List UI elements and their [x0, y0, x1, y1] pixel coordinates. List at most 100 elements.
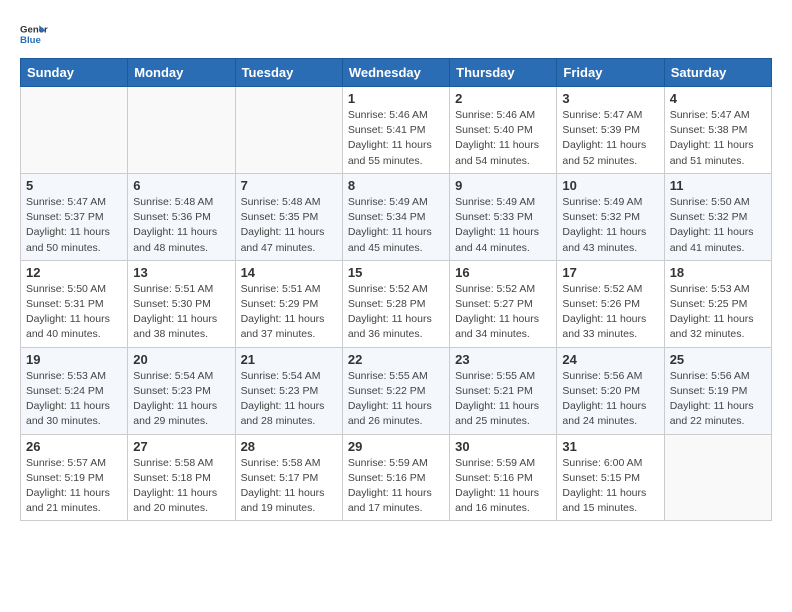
weekday-header-saturday: Saturday [664, 59, 771, 87]
day-info: Sunrise: 6:00 AM Sunset: 5:15 PM Dayligh… [562, 456, 658, 517]
day-info: Sunrise: 5:58 AM Sunset: 5:17 PM Dayligh… [241, 456, 337, 517]
calendar-cell: 14 Sunrise: 5:51 AM Sunset: 5:29 PM Dayli… [235, 260, 342, 347]
day-info: Sunrise: 5:50 AM Sunset: 5:32 PM Dayligh… [670, 195, 766, 256]
weekday-header-wednesday: Wednesday [342, 59, 449, 87]
day-info: Sunrise: 5:46 AM Sunset: 5:40 PM Dayligh… [455, 108, 551, 169]
calendar-cell: 21 Sunrise: 5:54 AM Sunset: 5:23 PM Dayli… [235, 347, 342, 434]
weekday-header-friday: Friday [557, 59, 664, 87]
day-number: 14 [241, 265, 337, 280]
day-info: Sunrise: 5:59 AM Sunset: 5:16 PM Dayligh… [348, 456, 444, 517]
day-number: 21 [241, 352, 337, 367]
calendar-week-3: 12 Sunrise: 5:50 AM Sunset: 5:31 PM Dayli… [21, 260, 772, 347]
day-number: 24 [562, 352, 658, 367]
calendar-cell: 22Sunrise: 5:55 AM Sunset: 5:22 PM Dayli… [342, 347, 449, 434]
weekday-header-monday: Monday [128, 59, 235, 87]
day-number: 7 [241, 178, 337, 193]
calendar-cell: 15Sunrise: 5:52 AM Sunset: 5:28 PM Dayli… [342, 260, 449, 347]
day-number: 13 [133, 265, 229, 280]
day-number: 5 [26, 178, 122, 193]
calendar-cell: 8 Sunrise: 5:49 AM Sunset: 5:34 PM Daylig… [342, 173, 449, 260]
day-number: 29 [348, 439, 444, 454]
logo: GeneralBlue [20, 20, 48, 48]
calendar-cell: 13 Sunrise: 5:51 AM Sunset: 5:30 PM Dayli… [128, 260, 235, 347]
calendar-cell: 30 Sunrise: 5:59 AM Sunset: 5:16 PM Dayli… [450, 434, 557, 521]
day-number: 23 [455, 352, 551, 367]
day-number: 18 [670, 265, 766, 280]
logo-icon: GeneralBlue [20, 20, 48, 48]
calendar-cell: 23Sunrise: 5:55 AM Sunset: 5:21 PM Dayli… [450, 347, 557, 434]
calendar-cell: 27Sunrise: 5:58 AM Sunset: 5:18 PM Dayli… [128, 434, 235, 521]
day-info: Sunrise: 5:54 AM Sunset: 5:23 PM Dayligh… [241, 369, 337, 430]
calendar-cell: 20 Sunrise: 5:54 AM Sunset: 5:23 PM Dayli… [128, 347, 235, 434]
calendar-table: SundayMondayTuesdayWednesdayThursdayFrid… [20, 58, 772, 521]
day-number: 28 [241, 439, 337, 454]
weekday-header-row: SundayMondayTuesdayWednesdayThursdayFrid… [21, 59, 772, 87]
day-info: Sunrise: 5:47 AM Sunset: 5:39 PM Dayligh… [562, 108, 658, 169]
day-info: Sunrise: 5:55 AM Sunset: 5:22 PM Dayligh… [348, 369, 444, 430]
day-info: Sunrise: 5:52 AM Sunset: 5:28 PM Dayligh… [348, 282, 444, 343]
day-number: 2 [455, 91, 551, 106]
day-info: Sunrise: 5:51 AM Sunset: 5:30 PM Dayligh… [133, 282, 229, 343]
calendar-cell: 1Sunrise: 5:46 AM Sunset: 5:41 PM Daylig… [342, 87, 449, 174]
day-info: Sunrise: 5:53 AM Sunset: 5:24 PM Dayligh… [26, 369, 122, 430]
weekday-header-sunday: Sunday [21, 59, 128, 87]
calendar-cell: 7Sunrise: 5:48 AM Sunset: 5:35 PM Daylig… [235, 173, 342, 260]
calendar-cell: 26Sunrise: 5:57 AM Sunset: 5:19 PM Dayli… [21, 434, 128, 521]
day-number: 8 [348, 178, 444, 193]
day-number: 20 [133, 352, 229, 367]
day-info: Sunrise: 5:49 AM Sunset: 5:33 PM Dayligh… [455, 195, 551, 256]
calendar-cell: 19 Sunrise: 5:53 AM Sunset: 5:24 PM Dayli… [21, 347, 128, 434]
calendar-cell: 29 Sunrise: 5:59 AM Sunset: 5:16 PM Dayli… [342, 434, 449, 521]
day-number: 25 [670, 352, 766, 367]
day-info: Sunrise: 5:54 AM Sunset: 5:23 PM Dayligh… [133, 369, 229, 430]
day-number: 19 [26, 352, 122, 367]
calendar-cell: 16 Sunrise: 5:52 AM Sunset: 5:27 PM Dayli… [450, 260, 557, 347]
day-number: 3 [562, 91, 658, 106]
calendar-cell: 9 Sunrise: 5:49 AM Sunset: 5:33 PM Daylig… [450, 173, 557, 260]
day-info: Sunrise: 5:52 AM Sunset: 5:26 PM Dayligh… [562, 282, 658, 343]
calendar-week-5: 26Sunrise: 5:57 AM Sunset: 5:19 PM Dayli… [21, 434, 772, 521]
calendar-cell: 18 Sunrise: 5:53 AM Sunset: 5:25 PM Dayli… [664, 260, 771, 347]
day-number: 26 [26, 439, 122, 454]
weekday-header-thursday: Thursday [450, 59, 557, 87]
calendar-cell: 5 Sunrise: 5:47 AM Sunset: 5:37 PM Daylig… [21, 173, 128, 260]
day-info: Sunrise: 5:56 AM Sunset: 5:19 PM Dayligh… [670, 369, 766, 430]
calendar-cell [664, 434, 771, 521]
day-number: 31 [562, 439, 658, 454]
day-info: Sunrise: 5:53 AM Sunset: 5:25 PM Dayligh… [670, 282, 766, 343]
day-number: 1 [348, 91, 444, 106]
calendar-cell: 6 Sunrise: 5:48 AM Sunset: 5:36 PM Daylig… [128, 173, 235, 260]
calendar-cell: 31 Sunrise: 6:00 AM Sunset: 5:15 PM Dayli… [557, 434, 664, 521]
calendar-week-4: 19 Sunrise: 5:53 AM Sunset: 5:24 PM Dayli… [21, 347, 772, 434]
calendar-cell: 24 Sunrise: 5:56 AM Sunset: 5:20 PM Dayli… [557, 347, 664, 434]
day-number: 12 [26, 265, 122, 280]
day-info: Sunrise: 5:51 AM Sunset: 5:29 PM Dayligh… [241, 282, 337, 343]
day-info: Sunrise: 5:49 AM Sunset: 5:32 PM Dayligh… [562, 195, 658, 256]
day-info: Sunrise: 5:49 AM Sunset: 5:34 PM Dayligh… [348, 195, 444, 256]
day-info: Sunrise: 5:59 AM Sunset: 5:16 PM Dayligh… [455, 456, 551, 517]
calendar-cell: 10Sunrise: 5:49 AM Sunset: 5:32 PM Dayli… [557, 173, 664, 260]
day-number: 9 [455, 178, 551, 193]
svg-text:Blue: Blue [20, 35, 41, 46]
calendar-week-2: 5 Sunrise: 5:47 AM Sunset: 5:37 PM Daylig… [21, 173, 772, 260]
page-header: GeneralBlue [20, 20, 772, 48]
day-info: Sunrise: 5:50 AM Sunset: 5:31 PM Dayligh… [26, 282, 122, 343]
calendar-cell: 11Sunrise: 5:50 AM Sunset: 5:32 PM Dayli… [664, 173, 771, 260]
day-number: 6 [133, 178, 229, 193]
day-info: Sunrise: 5:47 AM Sunset: 5:38 PM Dayligh… [670, 108, 766, 169]
day-number: 16 [455, 265, 551, 280]
day-number: 27 [133, 439, 229, 454]
day-number: 4 [670, 91, 766, 106]
day-info: Sunrise: 5:52 AM Sunset: 5:27 PM Dayligh… [455, 282, 551, 343]
calendar-cell: 12 Sunrise: 5:50 AM Sunset: 5:31 PM Dayli… [21, 260, 128, 347]
day-number: 30 [455, 439, 551, 454]
day-info: Sunrise: 5:48 AM Sunset: 5:36 PM Dayligh… [133, 195, 229, 256]
calendar-cell: 2 Sunrise: 5:46 AM Sunset: 5:40 PM Daylig… [450, 87, 557, 174]
calendar-cell: 4 Sunrise: 5:47 AM Sunset: 5:38 PM Daylig… [664, 87, 771, 174]
calendar-cell [235, 87, 342, 174]
calendar-cell: 25 Sunrise: 5:56 AM Sunset: 5:19 PM Dayli… [664, 347, 771, 434]
day-info: Sunrise: 5:56 AM Sunset: 5:20 PM Dayligh… [562, 369, 658, 430]
calendar-cell: 28 Sunrise: 5:58 AM Sunset: 5:17 PM Dayli… [235, 434, 342, 521]
day-info: Sunrise: 5:47 AM Sunset: 5:37 PM Dayligh… [26, 195, 122, 256]
calendar-week-1: 1Sunrise: 5:46 AM Sunset: 5:41 PM Daylig… [21, 87, 772, 174]
